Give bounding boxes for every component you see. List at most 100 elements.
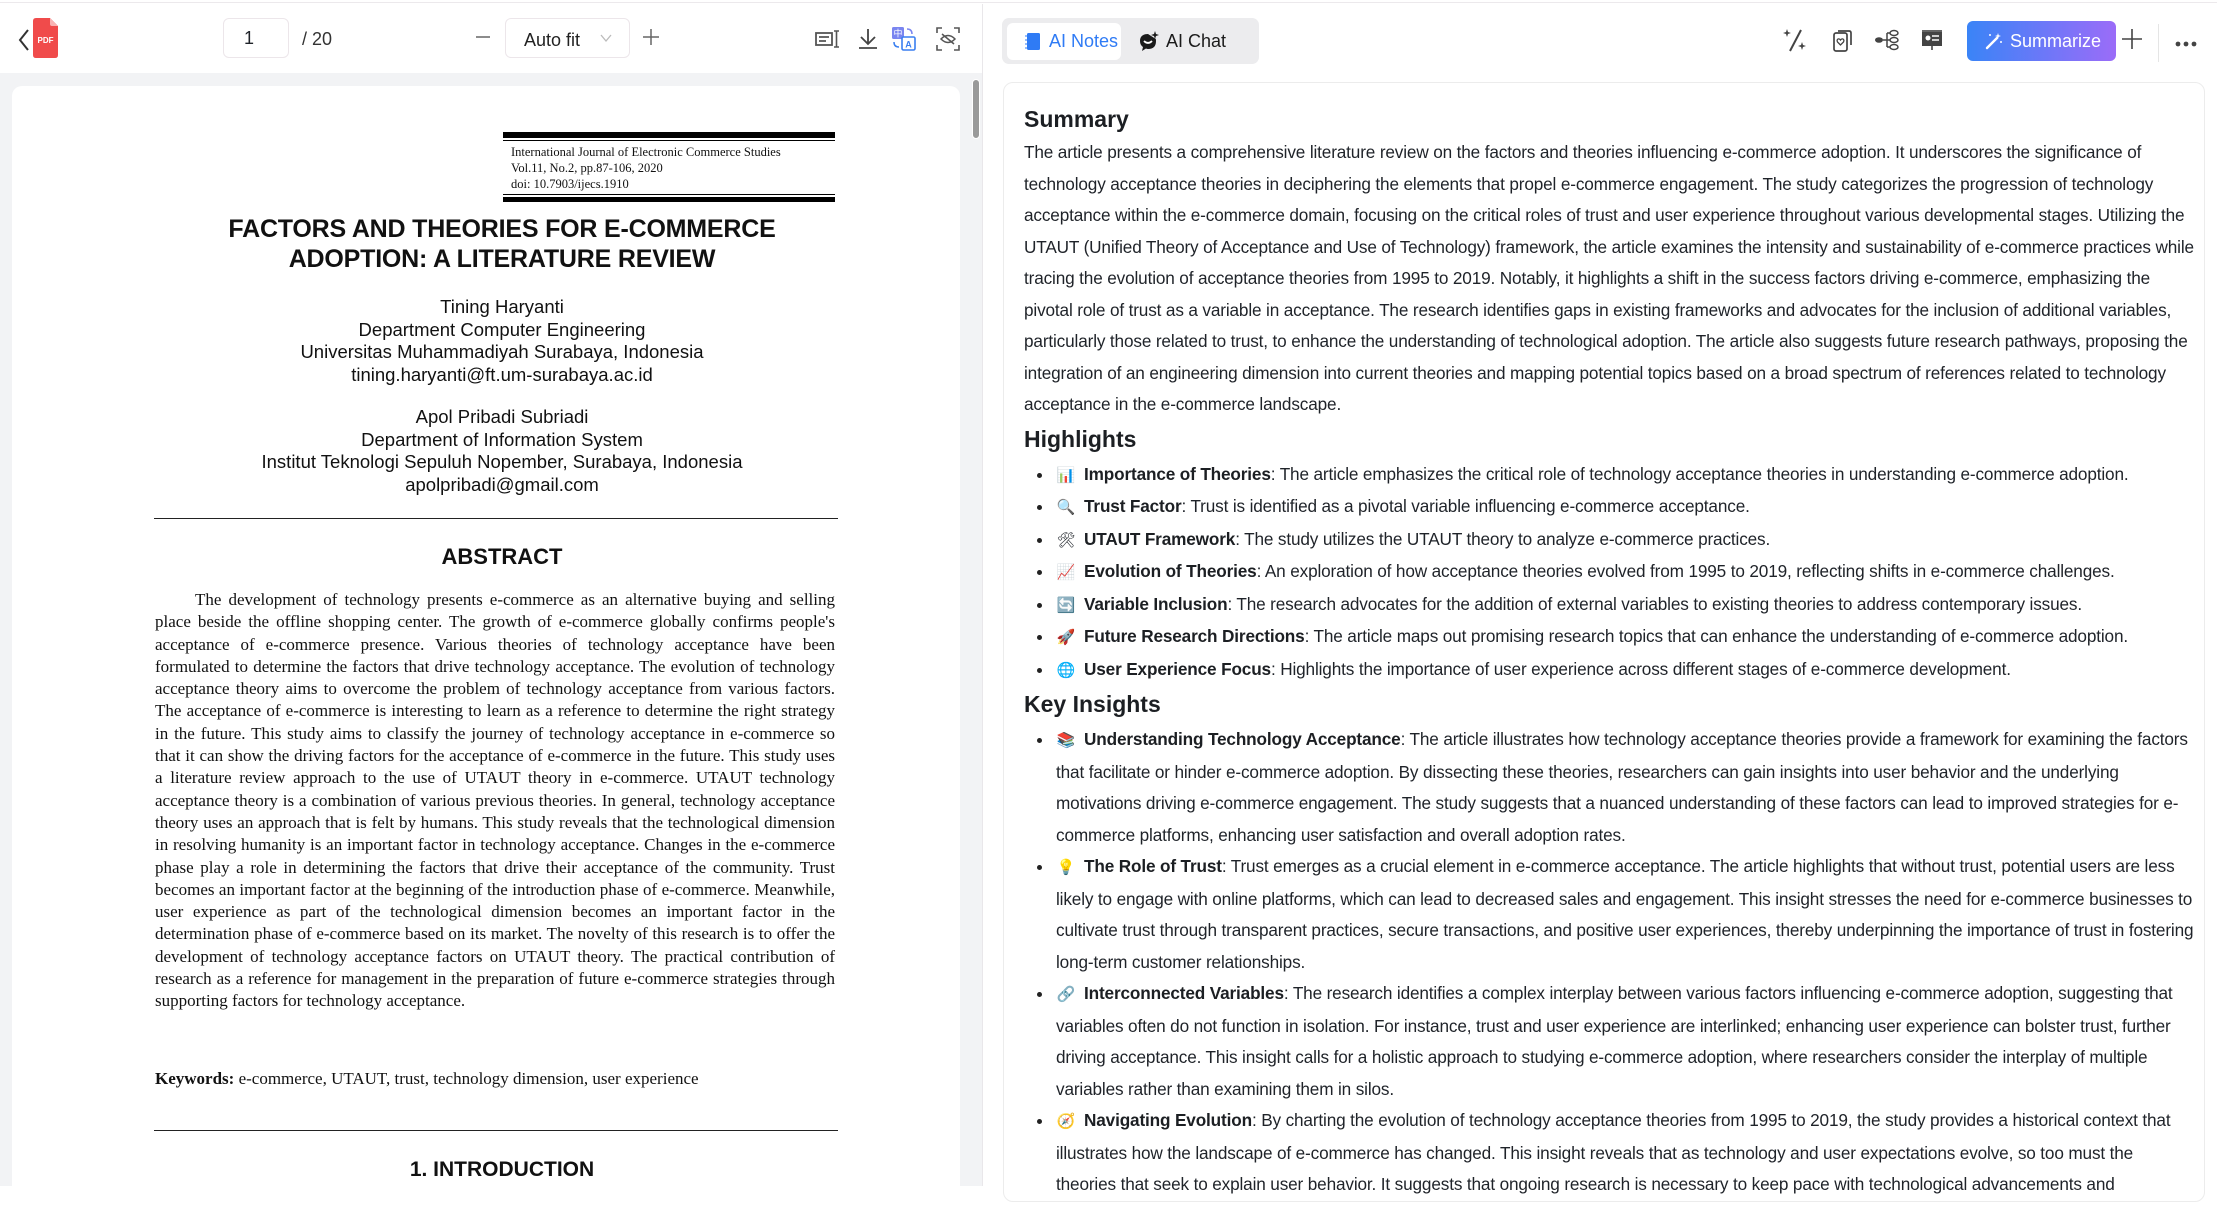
tab-ai-notes[interactable]: AI Notes	[1007, 23, 1121, 60]
pdf-toolbar: PDF / 20 Auto fit	[0, 4, 982, 73]
keywords: Keywords: e-commerce, UTAUT, trust, tech…	[155, 1069, 699, 1089]
paper-title-line: ADOPTION: A LITERATURE REVIEW	[288, 245, 716, 273]
author-institution: Institut Teknologi Sepuluh Nopember, Sur…	[261, 451, 743, 472]
ai-panel: AI Notes AI Chat Summarize Summary The a…	[983, 4, 2217, 1202]
paper-title-line: FACTORS AND THEORIES FOR E-COMMERCE	[228, 215, 776, 243]
link-emoji-icon: 🔗	[1056, 986, 1076, 1003]
author-department: Department Computer Engineering	[358, 318, 646, 340]
translate-icon: 中 A	[892, 27, 916, 51]
magic-wand-icon	[1985, 33, 2002, 50]
translate-button[interactable]: 中 A	[891, 26, 917, 52]
summarize-button[interactable]: Summarize	[1967, 21, 2116, 61]
flashcards-icon	[1833, 30, 1852, 52]
highlight-text: : Trust is identified as a pivotal varia…	[1181, 496, 1750, 516]
insight-title: The Role of Trust	[1084, 856, 1222, 876]
insight-title: Navigating Evolution	[1084, 1110, 1252, 1130]
pdf-file-icon: PDF	[33, 18, 58, 58]
summary-text: The article presents a comprehensive lit…	[1024, 142, 2194, 414]
chevron-down-icon	[600, 34, 612, 43]
journal-header: International Journal of Electronic Comm…	[503, 132, 835, 202]
journal-doi: doi: 10.7903/ijecs.1910	[511, 177, 629, 191]
add-button[interactable]	[2117, 24, 2147, 54]
insight-item: 📚 Understanding Technology Acceptance: Th…	[1024, 724, 2194, 851]
author-block: Tining Haryanti Department Computer Engi…	[112, 296, 892, 386]
highlight-title: Importance of Theories	[1084, 463, 1271, 484]
refresh-emoji-icon: 🔄	[1056, 596, 1076, 614]
highlight-text: : The research advocates for the additio…	[1227, 593, 2082, 614]
insight-title: Understanding Technology Acceptance	[1084, 729, 1401, 749]
more-options-button[interactable]	[2173, 36, 2203, 47]
text-select-icon	[815, 30, 839, 48]
section-divider	[154, 518, 838, 519]
author-block: Apol Pribadi Subriadi Department of Info…	[112, 406, 892, 496]
magnifier-emoji-icon: 🔍	[1056, 499, 1076, 516]
insight-item: 💡 The Role of Trust: Trust emerges as a c…	[1024, 851, 2194, 978]
notes-scrollbar[interactable]	[2205, 82, 2217, 1190]
download-icon	[859, 29, 877, 49]
highlights-list: 📊 Importance of Theories: The article emp…	[1024, 459, 2194, 687]
paper-title: FACTORS AND THEORIES FOR E-COMMERCE ADOP…	[112, 214, 892, 274]
highlight-title: UTAUT Framework	[1084, 528, 1236, 549]
highlight-text: : The article emphasizes the critical ro…	[1270, 463, 2129, 484]
highlight-item: 📊 Importance of Theories: The article emp…	[1024, 459, 2194, 492]
insight-text: : Trust emerges as a crucial element in …	[1056, 856, 2194, 972]
tab-label: AI Chat	[1166, 31, 1227, 51]
highlight-text: : Highlights the importance of user expe…	[1270, 658, 2011, 679]
highlight-item: 🌐 User Experience Focus: Highlights the i…	[1024, 654, 2194, 687]
pdf-page: International Journal of Electronic Comm…	[12, 86, 960, 1206]
pdf-scrollbar-thumb[interactable]	[972, 79, 980, 139]
zoom-out-button[interactable]	[472, 26, 494, 48]
page-number-input[interactable]	[223, 18, 289, 58]
keywords-label: Keywords:	[155, 1069, 235, 1088]
ai-notes-content: Summary The article presents a comprehen…	[1003, 82, 2205, 1202]
highlight-item: 🔄 Variable Inclusion: The research advoca…	[1024, 589, 2194, 622]
insight-item: 🔗 Interconnected Variables: The research …	[1024, 978, 2194, 1105]
keywords-value: e-commerce, UTAUT, trust, technology dim…	[234, 1069, 699, 1088]
abstract-heading: ABSTRACT	[441, 544, 563, 569]
summary-heading: Summary	[1024, 106, 1129, 132]
zoom-in-button[interactable]	[640, 26, 662, 48]
highlights-heading: Highlights	[1024, 425, 1137, 452]
eye-off-icon	[936, 27, 960, 51]
zoom-level-value: Auto fit	[524, 30, 581, 50]
hide-view-button[interactable]	[935, 26, 961, 52]
highlight-text: : An exploration of how acceptance theor…	[1256, 561, 2115, 581]
mindmap-icon	[1875, 29, 1899, 51]
flashcards-button[interactable]	[1829, 27, 1855, 53]
author-name: Tining Haryanti	[440, 296, 564, 317]
mindmap-button[interactable]	[1874, 27, 1900, 53]
trend-up-emoji-icon: 📈	[1056, 564, 1076, 581]
tab-ai-chat[interactable]: AI Chat	[1128, 23, 1248, 60]
svg-text:中: 中	[893, 28, 902, 40]
insights-list: 📚 Understanding Technology Acceptance: Th…	[1024, 724, 2194, 1201]
download-button[interactable]	[855, 26, 881, 52]
notebook-icon	[1025, 33, 1040, 50]
magic-tools-button[interactable]	[1782, 27, 1808, 53]
tab-label: AI Notes	[1049, 31, 1119, 51]
compass-emoji-icon: 🧭	[1056, 1113, 1076, 1130]
author-name: Apol Pribadi Subriadi	[415, 406, 589, 427]
highlight-title: Future Research Directions	[1084, 626, 1305, 646]
svg-text:A: A	[905, 40, 912, 50]
presentation-button[interactable]	[1920, 27, 1946, 53]
highlight-text: : The article maps out promising researc…	[1304, 626, 2129, 646]
author-email: apolpribadi@gmail.com	[405, 473, 599, 495]
highlight-item: 🚀 Future Research Directions: The article…	[1024, 621, 2194, 654]
page-total-label: / 20	[302, 29, 333, 49]
key-insights-heading: Key Insights	[1024, 691, 1161, 717]
text-select-button[interactable]	[815, 26, 841, 52]
highlight-title: Trust Factor	[1084, 496, 1182, 516]
globe-emoji-icon: 🌐	[1056, 661, 1076, 679]
summarize-label: Summarize	[2010, 31, 2102, 51]
highlight-text: : The study utilizes the UTAUT theory to…	[1235, 528, 1771, 549]
author-department: Department of Information System	[361, 428, 643, 450]
highlight-title: Evolution of Theories	[1084, 561, 1257, 581]
highlight-item: 🔍 Trust Factor: Trust is identified as a …	[1024, 491, 2194, 524]
minus-icon	[476, 36, 490, 38]
section-divider	[154, 1130, 838, 1131]
section-heading: 1. INTRODUCTION	[409, 1158, 595, 1181]
zoom-level-select[interactable]: Auto fit	[505, 18, 630, 58]
highlight-item: 🛠 UTAUT Framework: The study utilizes the…	[1024, 524, 2194, 557]
magic-sparkle-icon	[1783, 29, 1806, 52]
presentation-icon	[1922, 30, 1942, 50]
